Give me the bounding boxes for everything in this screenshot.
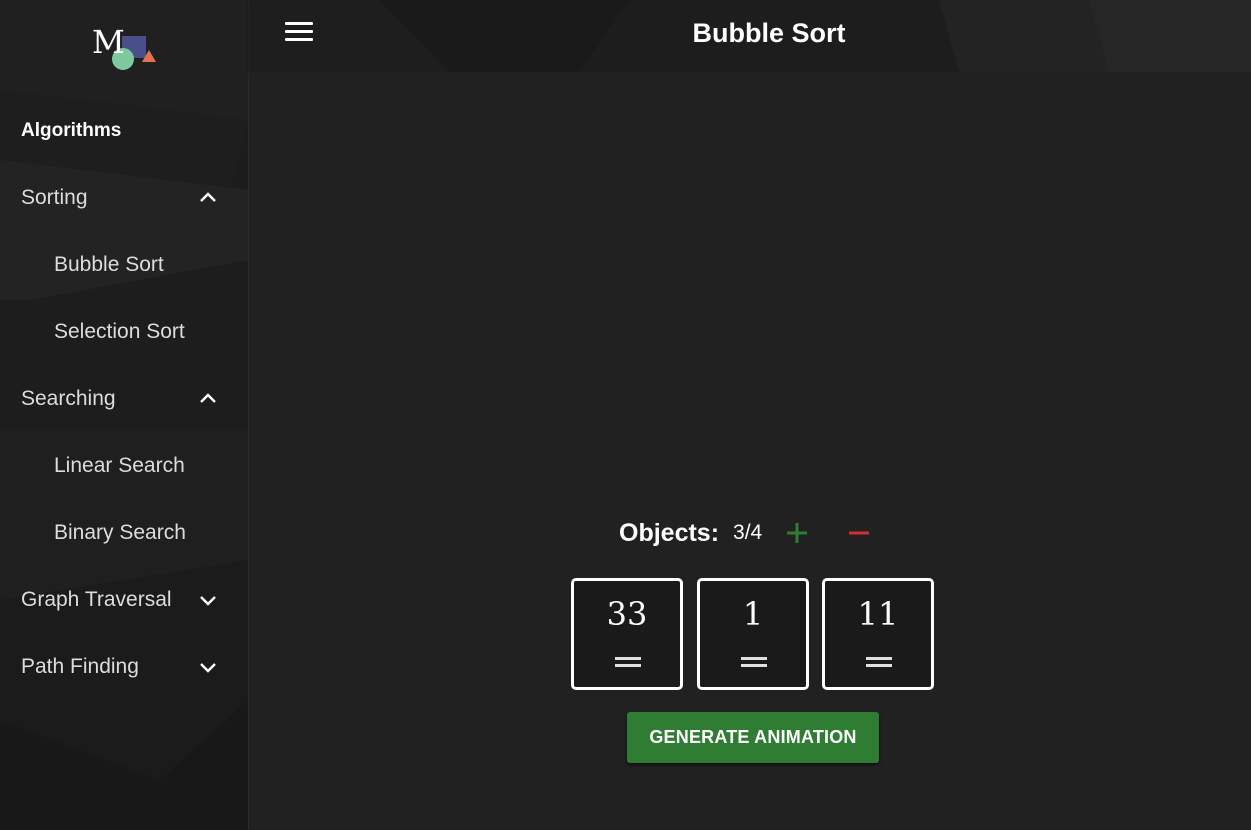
sidebar-item-label: Bubble Sort [54, 253, 164, 276]
plus-icon[interactable] [785, 521, 809, 545]
sidebar-group-sorting[interactable]: Sorting [0, 178, 249, 218]
sidebar-group-path-finding[interactable]: Path Finding [0, 647, 249, 687]
chevron-down-icon [200, 596, 216, 606]
value-text: 11 [857, 595, 899, 633]
objects-label: Objects: [619, 518, 720, 547]
objects-counter: Objects: 3/4 [619, 518, 869, 548]
sidebar: M Algorithms Sorting Bubble Sort Selecti… [0, 0, 249, 830]
sidebar-item-label: Binary Search [54, 521, 186, 544]
app-logo-icon: M [92, 24, 156, 70]
page-title: Bubble Sort [692, 18, 846, 48]
generate-animation-button[interactable]: GENERATE ANIMATION [627, 712, 879, 763]
sidebar-item-binary-search[interactable]: Binary Search [0, 513, 249, 553]
value-box[interactable]: 11 [822, 578, 934, 690]
sidebar-group-graph-traversal[interactable]: Graph Traversal [0, 580, 249, 620]
app-header: Bubble Sort [249, 0, 1251, 72]
objects-count: 3/4 [733, 521, 763, 544]
sidebar-item-bubble-sort[interactable]: Bubble Sort [0, 245, 249, 285]
sidebar-item-linear-search[interactable]: Linear Search [0, 446, 249, 486]
value-box[interactable]: 1 [697, 578, 809, 690]
chevron-down-icon [200, 663, 216, 673]
sidebar-group-label: Path Finding [21, 655, 139, 678]
value-box[interactable]: 33 [571, 578, 683, 690]
drag-handle-icon[interactable] [741, 657, 767, 667]
chevron-up-icon [200, 192, 216, 202]
chevron-up-icon [200, 393, 216, 403]
drag-handle-icon[interactable] [866, 657, 892, 667]
sidebar-group-label: Searching [21, 387, 116, 410]
sidebar-group-label: Sorting [21, 186, 88, 209]
sidebar-group-label: Graph Traversal [21, 588, 172, 611]
value-text: 33 [606, 595, 648, 633]
sidebar-item-label: Linear Search [54, 454, 185, 477]
svg-text:M: M [92, 24, 125, 61]
sidebar-group-searching[interactable]: Searching [0, 379, 249, 419]
app-root: M Algorithms Sorting Bubble Sort Selecti… [0, 0, 1251, 830]
sidebar-item-label: Selection Sort [54, 320, 185, 343]
main-content: Objects: 3/4 33 1 11 GENERATE ANIMATION [249, 72, 1251, 830]
minus-icon[interactable] [847, 521, 871, 545]
sidebar-item-selection-sort[interactable]: Selection Sort [0, 312, 249, 352]
drag-handle-icon[interactable] [615, 657, 641, 667]
value-boxes: 33 1 11 [571, 578, 935, 690]
value-text: 1 [742, 595, 764, 633]
sidebar-heading: Algorithms [21, 120, 122, 141]
